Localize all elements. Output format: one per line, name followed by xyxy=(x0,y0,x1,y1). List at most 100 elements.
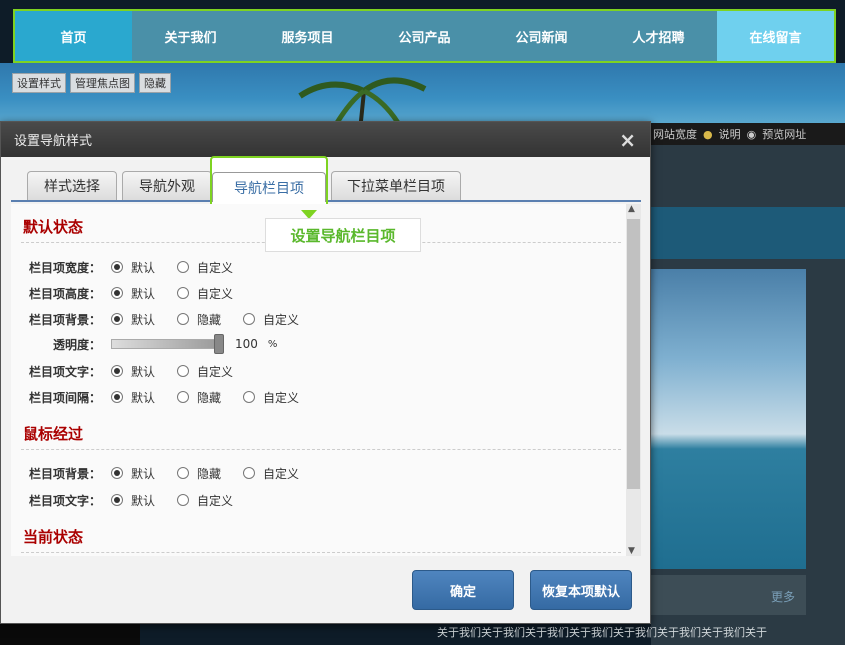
preview-link[interactable]: 预览网址 xyxy=(762,126,806,142)
radio-default[interactable]: 默认 xyxy=(111,311,155,328)
radio-icon xyxy=(111,494,123,506)
dialog-title: 设置导航样式 xyxy=(14,134,93,149)
top-toolbar: 网站宽度 ● 说明 ◉ 预览网址 xyxy=(651,123,845,145)
radio-hide[interactable]: 隐藏 xyxy=(177,311,221,328)
opacity-unit: % xyxy=(267,338,278,350)
radio-icon xyxy=(177,287,190,299)
row-label: 栏目项宽度： xyxy=(28,260,101,275)
tab-nav-items[interactable]: 导航栏目项 xyxy=(210,156,328,208)
palm-tree-icon xyxy=(298,77,427,123)
tab-tooltip: 设置导航栏目项 xyxy=(265,218,421,252)
radio-default[interactable]: 默认 xyxy=(111,363,155,380)
ok-button[interactable]: 确定 xyxy=(412,570,514,610)
radio-custom[interactable]: 自定义 xyxy=(243,311,299,328)
opacity-slider[interactable] xyxy=(111,334,224,354)
radio-icon xyxy=(177,494,190,506)
radio-default[interactable]: 默认 xyxy=(111,259,155,276)
radio-custom[interactable]: 自定义 xyxy=(177,363,233,380)
page-background-right: 更多 xyxy=(651,145,845,645)
radio-icon xyxy=(111,313,123,325)
eye-icon: ◉ xyxy=(746,127,757,141)
close-icon[interactable]: × xyxy=(619,128,636,152)
dialog-titlebar: 设置导航样式 × xyxy=(1,122,650,157)
radio-icon xyxy=(243,313,256,325)
hero-banner xyxy=(0,63,845,123)
tab-dropdown-items[interactable]: 下拉菜单栏目项 xyxy=(331,171,461,200)
divider xyxy=(21,552,621,553)
site-width-link[interactable]: 网站宽度 xyxy=(653,126,697,142)
radio-default[interactable]: 默认 xyxy=(111,492,155,509)
divider xyxy=(21,449,621,450)
row-item-spacing: 栏目项间隔： 默认 隐藏 自定义 xyxy=(11,387,321,407)
scroll-thumb[interactable] xyxy=(627,219,640,489)
radio-icon xyxy=(243,391,256,403)
opacity-value: 100 xyxy=(235,337,258,351)
row-label: 透明度： xyxy=(52,337,101,352)
nav-item-home[interactable]: 首页 xyxy=(15,11,132,61)
more-link[interactable]: 更多 xyxy=(771,588,795,605)
radio-hide[interactable]: 隐藏 xyxy=(177,465,221,482)
panel-scrollbar[interactable]: ▲ ▼ xyxy=(626,204,641,556)
radio-custom[interactable]: 自定义 xyxy=(177,285,233,302)
tab-style-select[interactable]: 样式选择 xyxy=(27,171,117,200)
tab-nav-items-label: 导航栏目项 xyxy=(212,172,326,202)
radio-icon xyxy=(177,365,190,377)
radio-icon xyxy=(177,313,190,325)
hide-button[interactable]: 隐藏 xyxy=(139,73,171,93)
row-label: 栏目项高度： xyxy=(28,286,101,301)
radio-icon xyxy=(177,261,190,273)
radio-icon xyxy=(111,391,123,403)
row-item-height: 栏目项高度： 默认 自定义 xyxy=(11,283,255,303)
row-label: 栏目项间隔： xyxy=(28,390,101,405)
manage-focus-button[interactable]: 管理焦点图 xyxy=(70,73,135,93)
radio-custom[interactable]: 自定义 xyxy=(177,259,233,276)
radio-custom[interactable]: 自定义 xyxy=(243,465,299,482)
nav-item-jobs[interactable]: 人才招聘 xyxy=(600,11,717,61)
radio-icon xyxy=(111,261,123,273)
row-label: 栏目项文字： xyxy=(28,364,101,379)
section-title-hover: 鼠标经过 xyxy=(23,425,84,443)
radio-hide[interactable]: 隐藏 xyxy=(177,389,221,406)
nav-item-products[interactable]: 公司产品 xyxy=(366,11,483,61)
scroll-down-icon[interactable]: ▼ xyxy=(628,546,635,556)
bulb-icon: ● xyxy=(703,127,713,141)
radio-default[interactable]: 默认 xyxy=(111,285,155,302)
radio-custom[interactable]: 自定义 xyxy=(243,389,299,406)
restore-default-button[interactable]: 恢复本项默认 xyxy=(530,570,632,610)
dialog-tabs: 样式选择 导航外观 导航栏目项 下拉菜单栏目项 xyxy=(11,156,641,208)
about-snippet: 关于我们关于我们关于我们关于我们关于我们关于我们关于我们关于 xyxy=(437,626,767,639)
radio-icon xyxy=(111,365,123,377)
row-label: 栏目项文字： xyxy=(28,493,101,508)
nav-item-news[interactable]: 公司新闻 xyxy=(483,11,600,61)
beach-photo xyxy=(651,269,806,569)
row-label: 栏目项背景： xyxy=(28,312,101,327)
radio-default[interactable]: 默认 xyxy=(111,465,155,482)
main-nav: 首页 关于我们 服务项目 公司产品 公司新闻 人才招聘 在线留言 xyxy=(13,9,836,63)
edit-toolbar: 设置样式 管理焦点图 隐藏 xyxy=(12,73,171,93)
row-item-text: 栏目项文字： 默认 自定义 xyxy=(11,361,255,381)
set-style-button[interactable]: 设置样式 xyxy=(12,73,66,93)
help-link[interactable]: 说明 xyxy=(719,126,741,142)
scroll-up-icon[interactable]: ▲ xyxy=(628,204,635,214)
section-title-default: 默认状态 xyxy=(23,218,84,236)
content-band xyxy=(651,207,845,259)
settings-panel: 默认状态 栏目项宽度： 默认 自定义 栏目项高度： 默认 自定义 栏目项背景： … xyxy=(11,204,626,556)
row-opacity: 透明度： 100 % xyxy=(11,334,277,354)
radio-icon xyxy=(111,287,123,299)
slider-handle[interactable] xyxy=(214,334,224,354)
row-label: 栏目项背景： xyxy=(28,466,101,481)
radio-icon xyxy=(111,467,123,479)
section-title-current: 当前状态 xyxy=(23,528,84,546)
row-hover-background: 栏目项背景： 默认 隐藏 自定义 xyxy=(11,463,321,483)
nav-item-message[interactable]: 在线留言 xyxy=(717,11,834,61)
radio-custom[interactable]: 自定义 xyxy=(177,492,233,509)
radio-icon xyxy=(243,467,256,479)
radio-icon xyxy=(177,391,190,403)
radio-default[interactable]: 默认 xyxy=(111,389,155,406)
tab-nav-appearance[interactable]: 导航外观 xyxy=(122,171,212,200)
row-item-background: 栏目项背景： 默认 隐藏 自定义 xyxy=(11,309,321,329)
row-item-width: 栏目项宽度： 默认 自定义 xyxy=(11,257,255,277)
nav-item-services[interactable]: 服务项目 xyxy=(249,11,366,61)
row-hover-text: 栏目项文字： 默认 自定义 xyxy=(11,490,255,510)
nav-item-about[interactable]: 关于我们 xyxy=(132,11,249,61)
